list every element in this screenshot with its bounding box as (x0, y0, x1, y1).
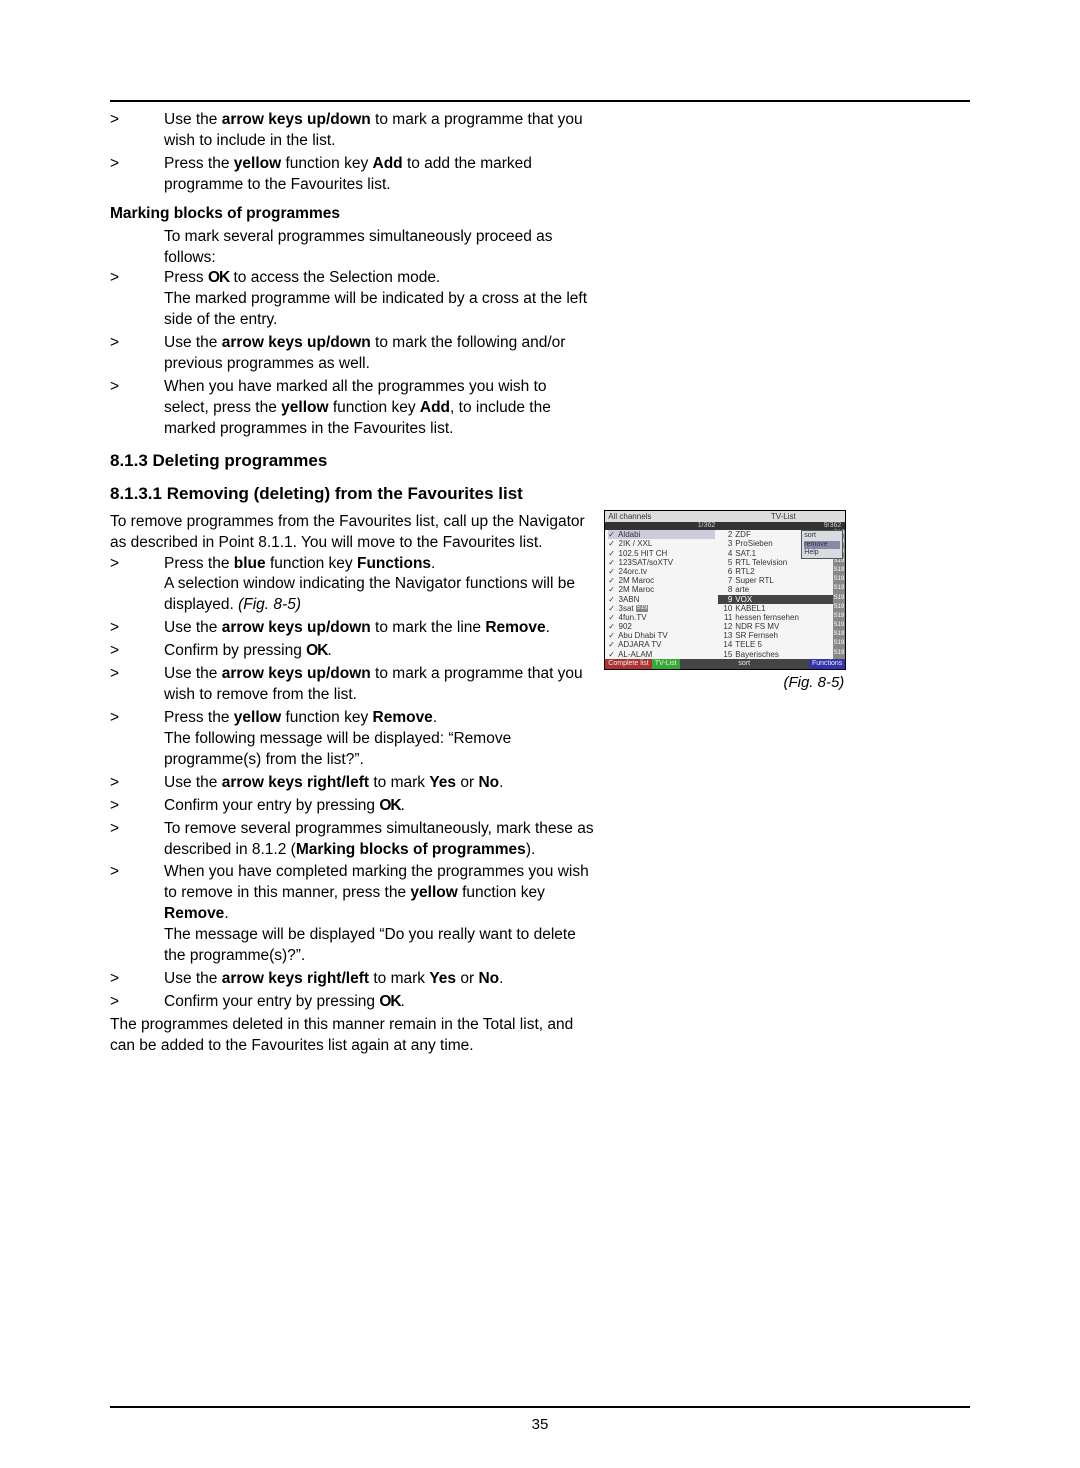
instruction-step: > Use the arrow keys right/left to mark … (110, 969, 594, 990)
step-marker: > (110, 110, 164, 152)
instruction-step: > Use the arrow keys right/left to mark … (110, 773, 594, 794)
bottom-rule (110, 1406, 970, 1408)
closing-text: The programmes deleted in this manner re… (110, 1015, 594, 1057)
instruction-step: > Press the yellow function key Add to a… (110, 154, 594, 196)
instruction-step: > Use the arrow keys up/down to mark a p… (110, 664, 594, 706)
instruction-step: > Confirm by pressing OK. (110, 641, 594, 662)
fig-left-row: ✓ 123SAT/soXTV (608, 558, 715, 567)
instruction-step: > When you have marked all the programme… (110, 377, 594, 440)
fig-left-row: ✓ 3ABN (608, 595, 715, 604)
fig-left-row: ✓ AL-ALAM (608, 650, 715, 659)
fig-right-row: 12NDR FS MVS19 (718, 622, 845, 631)
fig-left-row: ✓ 2M Maroc (608, 576, 715, 585)
heading-8-1-3-1: 8.1.3.1 Removing (deleting) from the Fav… (110, 483, 594, 506)
fig-right-list: 2ZDFS193ProSiebenS194SAT.1S195RTL Televi… (715, 530, 845, 659)
fig-left-row: ✓ ADJARA TV (608, 640, 715, 649)
heading-8-1-3: 8.1.3 Deleting programmes (110, 450, 594, 473)
fig-popup: sort remove Help (801, 530, 843, 559)
top-rule (110, 100, 970, 102)
fig-right-row: 6RTL2S19 (718, 567, 845, 576)
figure-column: All channels TV-List 1/362 9/362 ✓ Aldab… (594, 110, 970, 1057)
fig-right-row: 11hessen fernsehenS19 (718, 613, 845, 622)
fig-right-row: 7Super RTLS19 (718, 576, 845, 585)
figure-caption: (Fig. 8-5) (604, 674, 844, 691)
fig-right-row: 9VOXS19 (718, 595, 845, 604)
fig-footer: Complete list TV-List sort Functions (605, 659, 845, 669)
step-text: Use the arrow keys up/down to mark a pro… (164, 110, 594, 152)
fig-right-row: 8arteS19 (718, 585, 845, 594)
fig-right-row: 10KABEL1S19 (718, 604, 845, 613)
instruction-step: > Press OK to access the Selection mode.… (110, 268, 594, 331)
instruction-step: > Use the arrow keys up/down to mark the… (110, 618, 594, 639)
fig-header-right: TV-List (721, 511, 845, 522)
fig-left-row: ✓ 3satS19 (608, 604, 715, 613)
instruction-step: > Confirm your entry by pressing OK. (110, 796, 594, 817)
main-text-column: > Use the arrow keys up/down to mark a p… (110, 110, 594, 1057)
figure-8-5: All channels TV-List 1/362 9/362 ✓ Aldab… (604, 510, 846, 670)
fig-header-left: All channels (605, 511, 721, 522)
subheading-marking-blocks: Marking blocks of programmes (110, 204, 594, 225)
intro-text: To mark several programmes simultaneousl… (164, 227, 594, 269)
step-text: Press the yellow function key Add to add… (164, 154, 594, 196)
fig-left-row: ✓ Aldabi (608, 530, 715, 539)
instruction-step: > To remove several programmes simultane… (110, 819, 594, 861)
fig-left-row: ✓ 102.5 HIT CH (608, 549, 715, 558)
fig-left-row: ✓ 24orc.tv (608, 567, 715, 576)
instruction-step: > Use the arrow keys up/down to mark the… (110, 333, 594, 375)
instruction-step: > When you have completed marking the pr… (110, 862, 594, 967)
fig-left-list: ✓ Aldabi✓ 2IK / XXL✓ 102.5 HIT CH✓ 123SA… (605, 530, 715, 659)
fig-left-row: ✓ 2IK / XXL (608, 539, 715, 548)
instruction-step: > Use the arrow keys up/down to mark a p… (110, 110, 594, 152)
instruction-step: > Confirm your entry by pressing OK. (110, 992, 594, 1013)
document-page: > Use the arrow keys up/down to mark a p… (0, 0, 1080, 1468)
fig-left-row: ✓ 902 (608, 622, 715, 631)
instruction-step: > Press the blue function key Functions.… (110, 554, 594, 617)
instruction-step: > Press the yellow function key Remove. … (110, 708, 594, 771)
fig-left-row: ✓ 4fun.TV (608, 613, 715, 622)
fig-left-row: ✓ 2M Maroc (608, 585, 715, 594)
step-marker: > (110, 154, 164, 196)
fig-left-row: ✓ Abu Dhabi TV (608, 631, 715, 640)
fig-right-row: 15BayerischesS19 (718, 650, 845, 659)
intro-text: To remove programmes from the Favourites… (110, 512, 594, 554)
fig-right-row: 13SR FernsehS19 (718, 631, 845, 640)
page-number: 35 (0, 1416, 1080, 1433)
fig-right-row: 14TELE 5S19 (718, 640, 845, 649)
